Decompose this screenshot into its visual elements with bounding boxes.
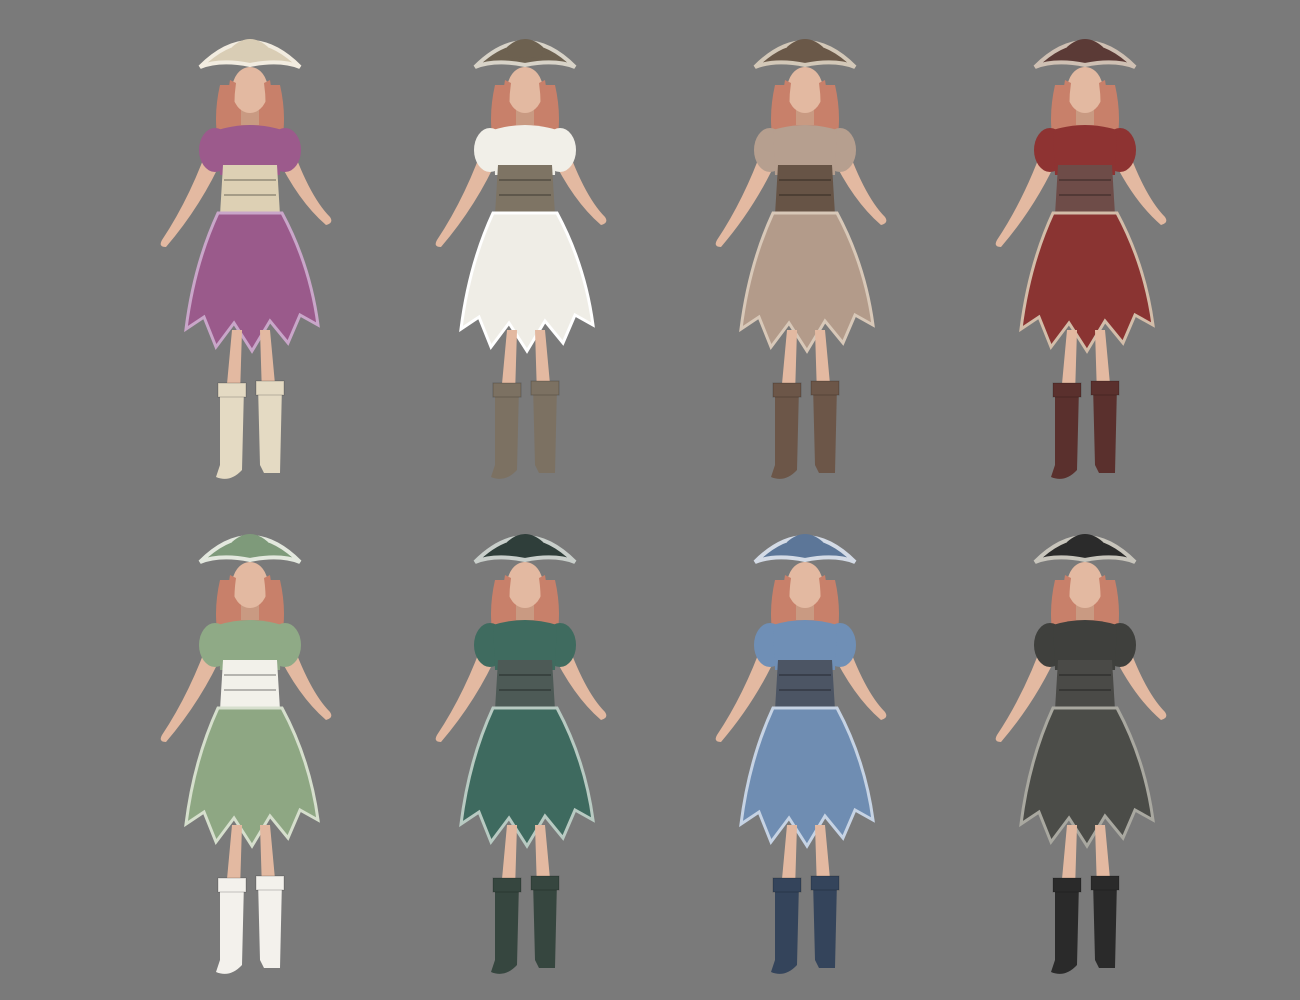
pirate-costume-variant: [955, 520, 1215, 990]
character-figure: [435, 39, 607, 479]
pirate-costume-variant: [120, 520, 380, 990]
character-figure: [160, 534, 332, 974]
character-figure: [715, 39, 887, 479]
pirate-costume-variant: [395, 520, 655, 990]
character-figure: [160, 39, 332, 479]
character-figure: [995, 39, 1167, 479]
pirate-costume-variant: [675, 25, 935, 495]
character-figure: [995, 534, 1167, 974]
pirate-costume-variant: [395, 25, 655, 495]
character-figure: [435, 534, 607, 974]
character-figure: [715, 534, 887, 974]
pirate-costume-variant: [675, 520, 935, 990]
pirate-costume-variant: [955, 25, 1215, 495]
pirate-costume-variant: [120, 25, 380, 495]
character-variant-grid: [0, 0, 1300, 1000]
